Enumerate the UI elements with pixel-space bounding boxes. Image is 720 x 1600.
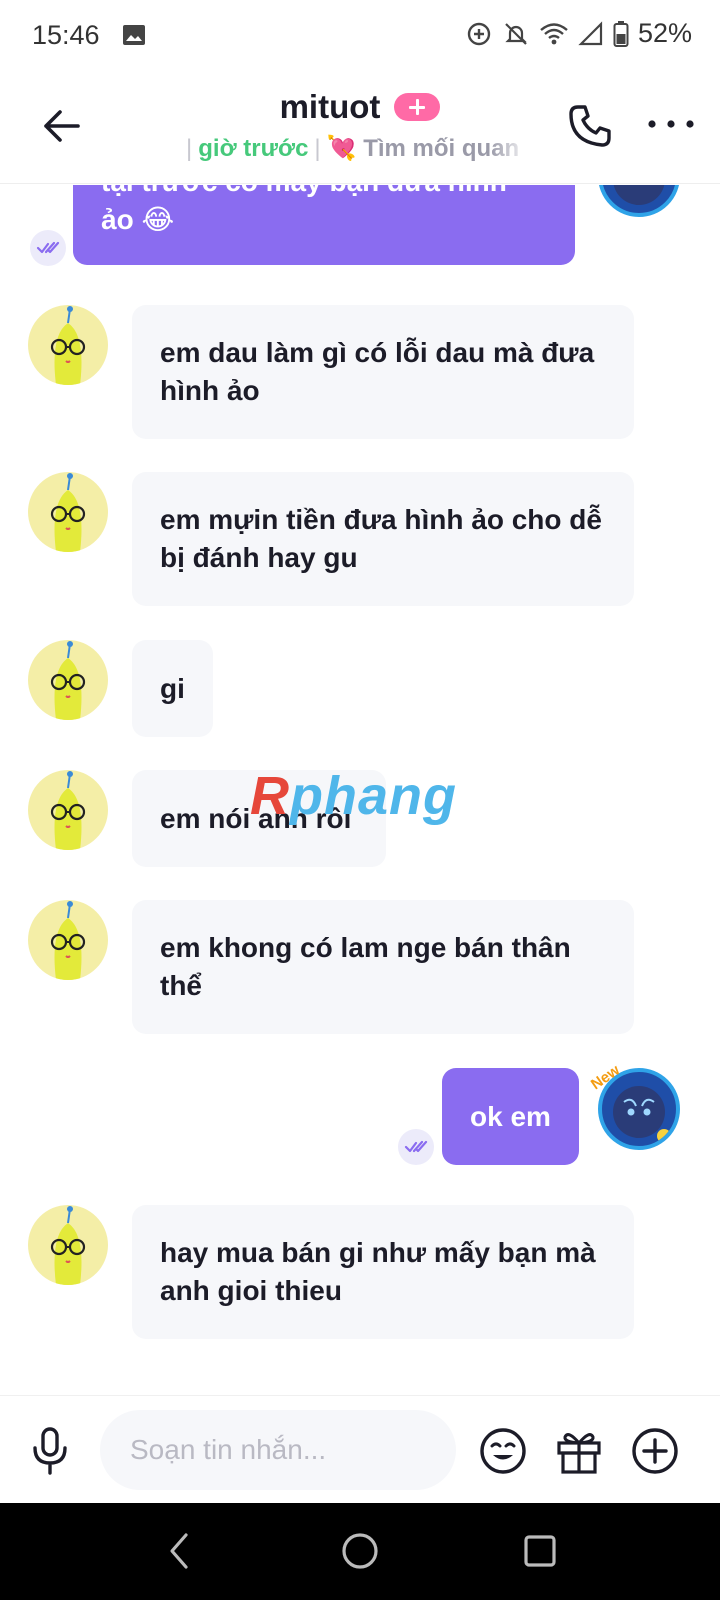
nav-recent-apps-icon[interactable] [522, 1533, 558, 1569]
contact-avatar[interactable] [28, 1205, 108, 1285]
battery-percent: 52% [637, 18, 692, 48]
nav-back-icon[interactable] [162, 1531, 198, 1571]
message-list[interactable]: tại trước có mấy bạn đưa hình ảo 😂 em da… [0, 185, 720, 1395]
seen-check-icon [30, 230, 66, 266]
message-bubble-outgoing[interactable]: ok em [442, 1068, 579, 1165]
bell-off-icon [505, 22, 527, 45]
my-avatar[interactable] [598, 185, 680, 217]
message-text: ok em [470, 1100, 551, 1132]
contact-subtitle: | giờ trước | 💘 Tìm mối quan [180, 134, 530, 166]
contact-avatar[interactable] [28, 900, 108, 980]
message-text: em dau làm gì có lỗi dau mà đưa hình ảo [160, 337, 595, 406]
add-circle-icon[interactable] [630, 1426, 680, 1476]
phone-call-icon[interactable] [566, 102, 614, 150]
watermark-logo: Rphang [250, 766, 457, 826]
message-input[interactable] [100, 1410, 456, 1490]
data-saver-icon [467, 22, 491, 45]
contact-name: mituot [279, 88, 381, 125]
message-bubble-incoming[interactable]: hay mua bán gi như mấy bạn mà anh gioi t… [132, 1205, 634, 1339]
message-bubble-incoming[interactable]: em mựin tiền đưa hình ảo cho dễ bị đánh … [132, 472, 634, 606]
seen-check-icon [398, 1129, 434, 1165]
message-text: em mựin tiền đưa hình ảo cho dễ bị đánh … [160, 504, 602, 573]
message-text: em khong có lam nge bán thân thể [160, 932, 571, 1001]
contact-avatar[interactable] [28, 770, 108, 850]
message-text: gi [160, 672, 185, 704]
battery-icon [613, 20, 629, 47]
message-bubble-incoming[interactable]: gi [132, 640, 213, 737]
contact-title[interactable]: mituot [280, 88, 441, 126]
wifi-icon [540, 22, 568, 44]
plus-badge-icon [394, 93, 441, 121]
message-text: hay mua bán gi như mấy bạn mà anh gioi t… [160, 1237, 596, 1306]
more-options-icon[interactable] [646, 110, 696, 138]
message-bubble-outgoing[interactable]: tại trước có mấy bạn đưa hình ảo 😂 [73, 185, 575, 265]
contact-avatar[interactable] [28, 640, 108, 720]
image-icon [123, 25, 145, 45]
nav-home-icon[interactable] [340, 1531, 380, 1571]
gift-icon[interactable] [554, 1426, 604, 1476]
signal-icon [578, 20, 603, 45]
microphone-icon[interactable] [28, 1426, 72, 1476]
contact-avatar[interactable] [28, 472, 108, 552]
status-time: 15:46 [32, 20, 100, 50]
chat-header: mituot | giờ trước | 💘 Tìm mối quan [0, 72, 720, 184]
message-composer [0, 1395, 720, 1503]
contact-avatar[interactable] [28, 305, 108, 385]
message-bubble-incoming[interactable]: em khong có lam nge bán thân thể [132, 900, 634, 1034]
system-nav-bar [0, 1503, 720, 1600]
status-bar: 15:46 52% [0, 0, 720, 72]
emoji-icon[interactable] [478, 1426, 528, 1476]
message-text: tại trước có mấy bạn đưa hình ảo 😂 [101, 185, 507, 235]
last-seen-text: giờ trước [198, 135, 309, 162]
message-bubble-incoming[interactable]: em dau làm gì có lỗi dau mà đưa hình ảo [132, 305, 634, 439]
